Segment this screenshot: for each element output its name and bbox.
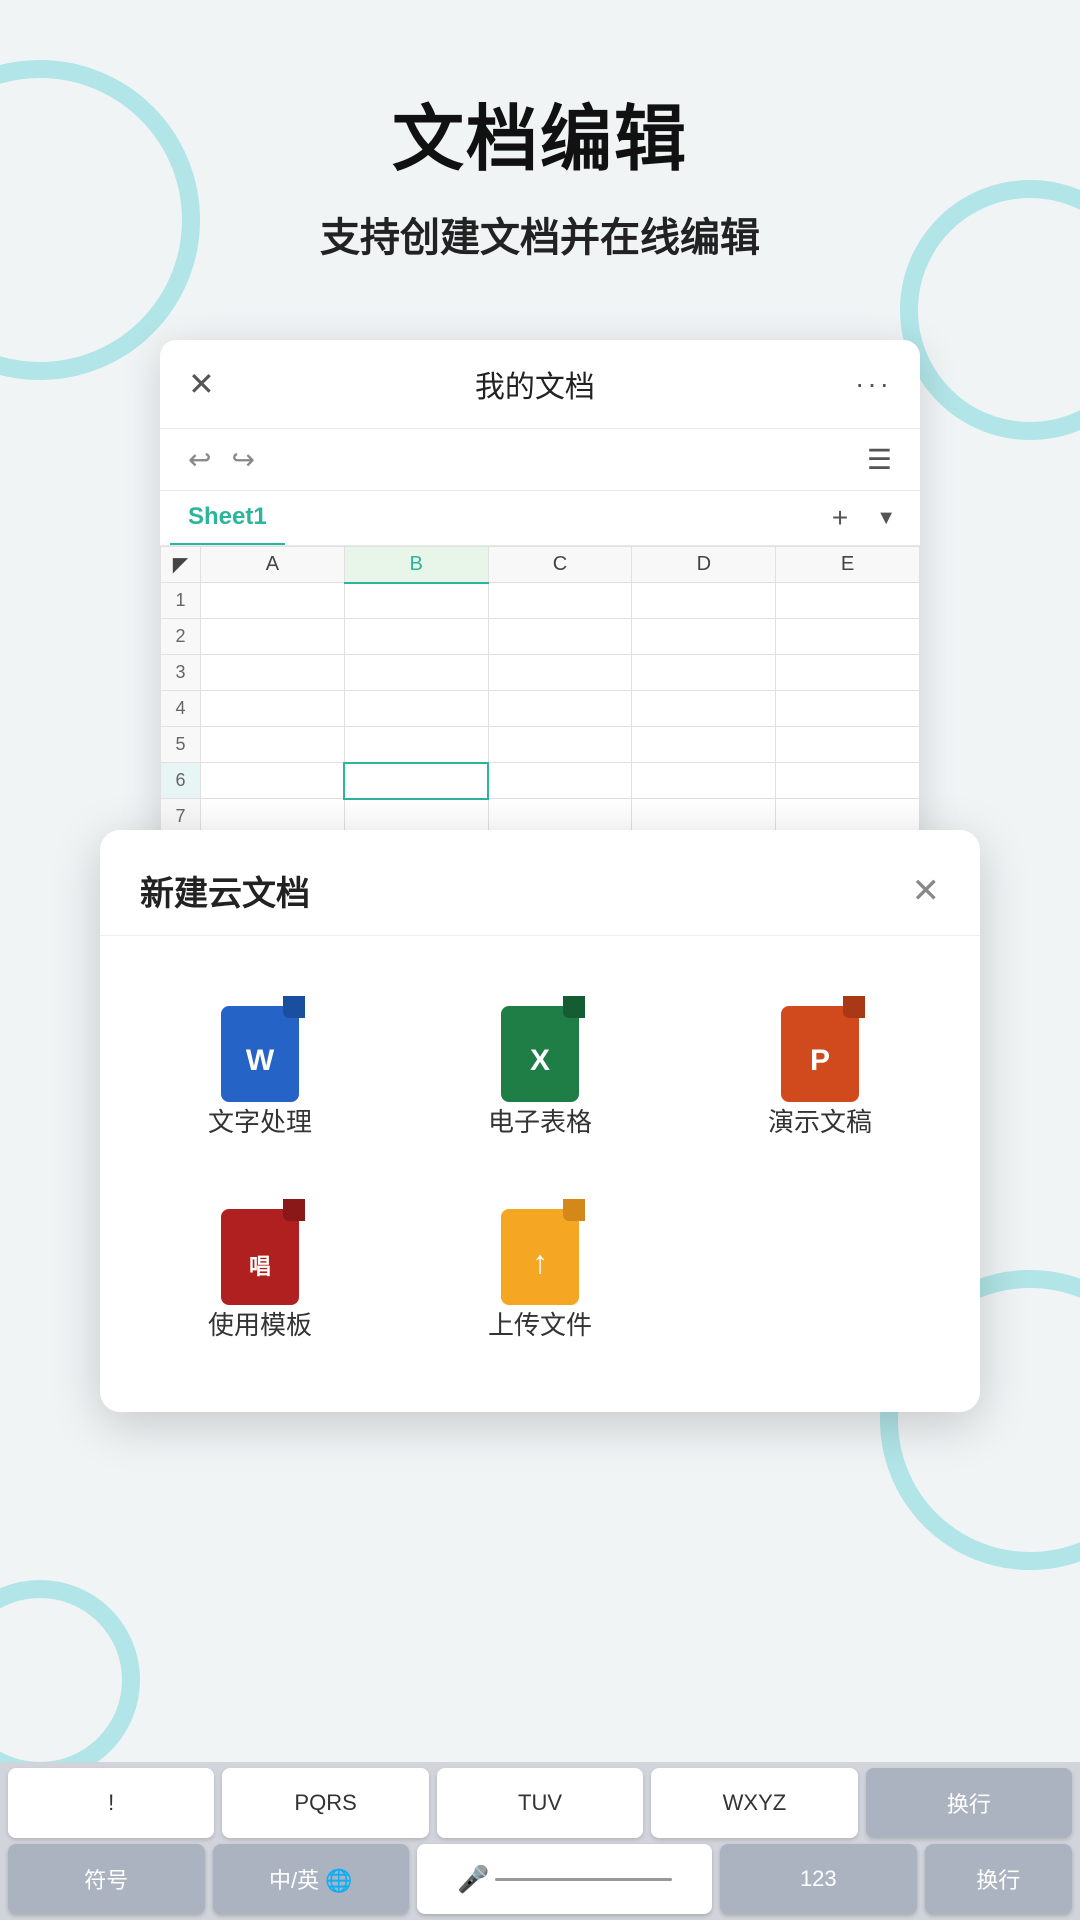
cell-C1[interactable] (488, 583, 632, 619)
sub-title: 支持创建文档并在线编辑 (0, 205, 1080, 263)
doc-type-template[interactable]: 唱 使用模板 (120, 1179, 400, 1362)
cell-A3[interactable] (201, 655, 345, 691)
word-label: 文字处理 (208, 1102, 312, 1139)
key-lang[interactable]: 中/英 🌐 (213, 1844, 410, 1914)
sheet-tab-1[interactable]: Sheet1 (170, 491, 285, 545)
ppt-icon: P (775, 996, 865, 1102)
keyboard-bottom-row: 符号 中/英 🌐 🎤 123 换行 (0, 1838, 1080, 1920)
doc-type-word[interactable]: W 文字处理 (120, 976, 400, 1159)
key-enter-top[interactable]: 换行 (866, 1768, 1072, 1838)
key-pqrs[interactable]: PQRS (222, 1768, 428, 1838)
doc-type-excel[interactable]: X 电子表格 (400, 976, 680, 1159)
new-doc-dialog: 新建云文档 ✕ W 文字处理 X 电子表格 P (100, 830, 980, 1412)
ppt-label: 演示文稿 (768, 1102, 872, 1139)
cell-E2[interactable] (776, 619, 920, 655)
window-title: 我的文档 (475, 362, 595, 406)
key-exclamation[interactable]: ! (8, 1768, 214, 1838)
sheet-dropdown-button[interactable]: ▼ (862, 497, 910, 540)
cell-E1[interactable] (776, 583, 920, 619)
cell-D6[interactable] (632, 763, 776, 799)
redo-icon[interactable]: ↪ (231, 443, 254, 476)
cell-B5[interactable] (344, 727, 488, 763)
col-header-b[interactable]: B (344, 547, 488, 583)
cell-D1[interactable] (632, 583, 776, 619)
doc-types-grid-row1: W 文字处理 X 电子表格 P 演示文稿 (100, 946, 980, 1179)
cell-C6[interactable] (488, 763, 632, 799)
keyboard-top-row: ! PQRS TUV WXYZ 换行 (0, 1762, 1080, 1838)
col-header-d[interactable]: D (632, 547, 776, 583)
cell-B4[interactable] (344, 691, 488, 727)
excel-label: 电子表格 (488, 1102, 592, 1139)
upload-label: 上传文件 (488, 1305, 592, 1342)
cell-A2[interactable] (201, 619, 345, 655)
col-header-a[interactable]: A (201, 547, 345, 583)
sheet-add-button[interactable]: + (818, 492, 862, 544)
word-icon: W (215, 996, 305, 1102)
cell-C2[interactable] (488, 619, 632, 655)
key-wxyz[interactable]: WXYZ (651, 1768, 857, 1838)
deco-circle-4 (0, 1580, 140, 1780)
keyboard-area: ! PQRS TUV WXYZ 换行 符号 中/英 🌐 🎤 123 换行 (0, 1762, 1080, 1920)
cell-C4[interactable] (488, 691, 632, 727)
cell-D3[interactable] (632, 655, 776, 691)
cell-E4[interactable] (776, 691, 920, 727)
close-icon[interactable]: ✕ (188, 365, 215, 403)
cell-E6[interactable] (776, 763, 920, 799)
window-toolbar: ↩ ↪ ☰ (160, 429, 920, 491)
col-header-e[interactable]: E (776, 547, 920, 583)
more-icon[interactable]: ··· (855, 368, 892, 400)
main-title: 文档编辑 (0, 80, 1080, 185)
doc-types-grid-row2: 唱 使用模板 ↑ 上传文件 (100, 1179, 980, 1372)
cell-A1[interactable] (201, 583, 345, 619)
dialog-title: 新建云文档 (140, 866, 310, 915)
template-label: 使用模板 (208, 1305, 312, 1342)
row-num-4: 4 (161, 691, 201, 727)
cell-B1[interactable] (344, 583, 488, 619)
key-space[interactable]: 🎤 (417, 1844, 712, 1914)
key-123[interactable]: 123 (720, 1844, 917, 1914)
upload-icon: ↑ (495, 1199, 585, 1305)
cell-D2[interactable] (632, 619, 776, 655)
col-header-c[interactable]: C (488, 547, 632, 583)
row-num-6: 6 (161, 763, 201, 799)
cell-C5[interactable] (488, 727, 632, 763)
key-enter-bottom[interactable]: 换行 (925, 1844, 1072, 1914)
row-num-5: 5 (161, 727, 201, 763)
header-section: 文档编辑 支持创建文档并在线编辑 (0, 0, 1080, 293)
sheet-tabs: Sheet1 + ▼ (160, 491, 920, 546)
toolbar-left: ↩ ↪ (188, 443, 255, 476)
cell-A4[interactable] (201, 691, 345, 727)
menu-icon[interactable]: ☰ (867, 443, 892, 476)
key-symbol[interactable]: 符号 (8, 1844, 205, 1914)
row-num-1: 1 (161, 583, 201, 619)
doc-type-ppt[interactable]: P 演示文稿 (680, 976, 960, 1159)
cell-D5[interactable] (632, 727, 776, 763)
excel-icon: X (495, 996, 585, 1102)
cell-A6[interactable] (201, 763, 345, 799)
cell-C3[interactable] (488, 655, 632, 691)
dialog-close-icon[interactable]: ✕ (912, 871, 941, 911)
cell-B6[interactable] (344, 763, 488, 799)
cell-E5[interactable] (776, 727, 920, 763)
cell-A5[interactable] (201, 727, 345, 763)
mic-icon: 🎤 (457, 1864, 489, 1895)
corner-cell: ◤ (161, 547, 201, 583)
cell-B2[interactable] (344, 619, 488, 655)
space-line (495, 1878, 672, 1881)
row-num-3: 3 (161, 655, 201, 691)
cell-B3[interactable] (344, 655, 488, 691)
window-titlebar: ✕ 我的文档 ··· (160, 340, 920, 429)
template-icon: 唱 (215, 1199, 305, 1305)
doc-type-upload[interactable]: ↑ 上传文件 (400, 1179, 680, 1362)
row-num-2: 2 (161, 619, 201, 655)
key-tuv[interactable]: TUV (437, 1768, 643, 1838)
undo-icon[interactable]: ↩ (188, 443, 211, 476)
cell-E3[interactable] (776, 655, 920, 691)
cell-D4[interactable] (632, 691, 776, 727)
dialog-header: 新建云文档 ✕ (100, 830, 980, 936)
